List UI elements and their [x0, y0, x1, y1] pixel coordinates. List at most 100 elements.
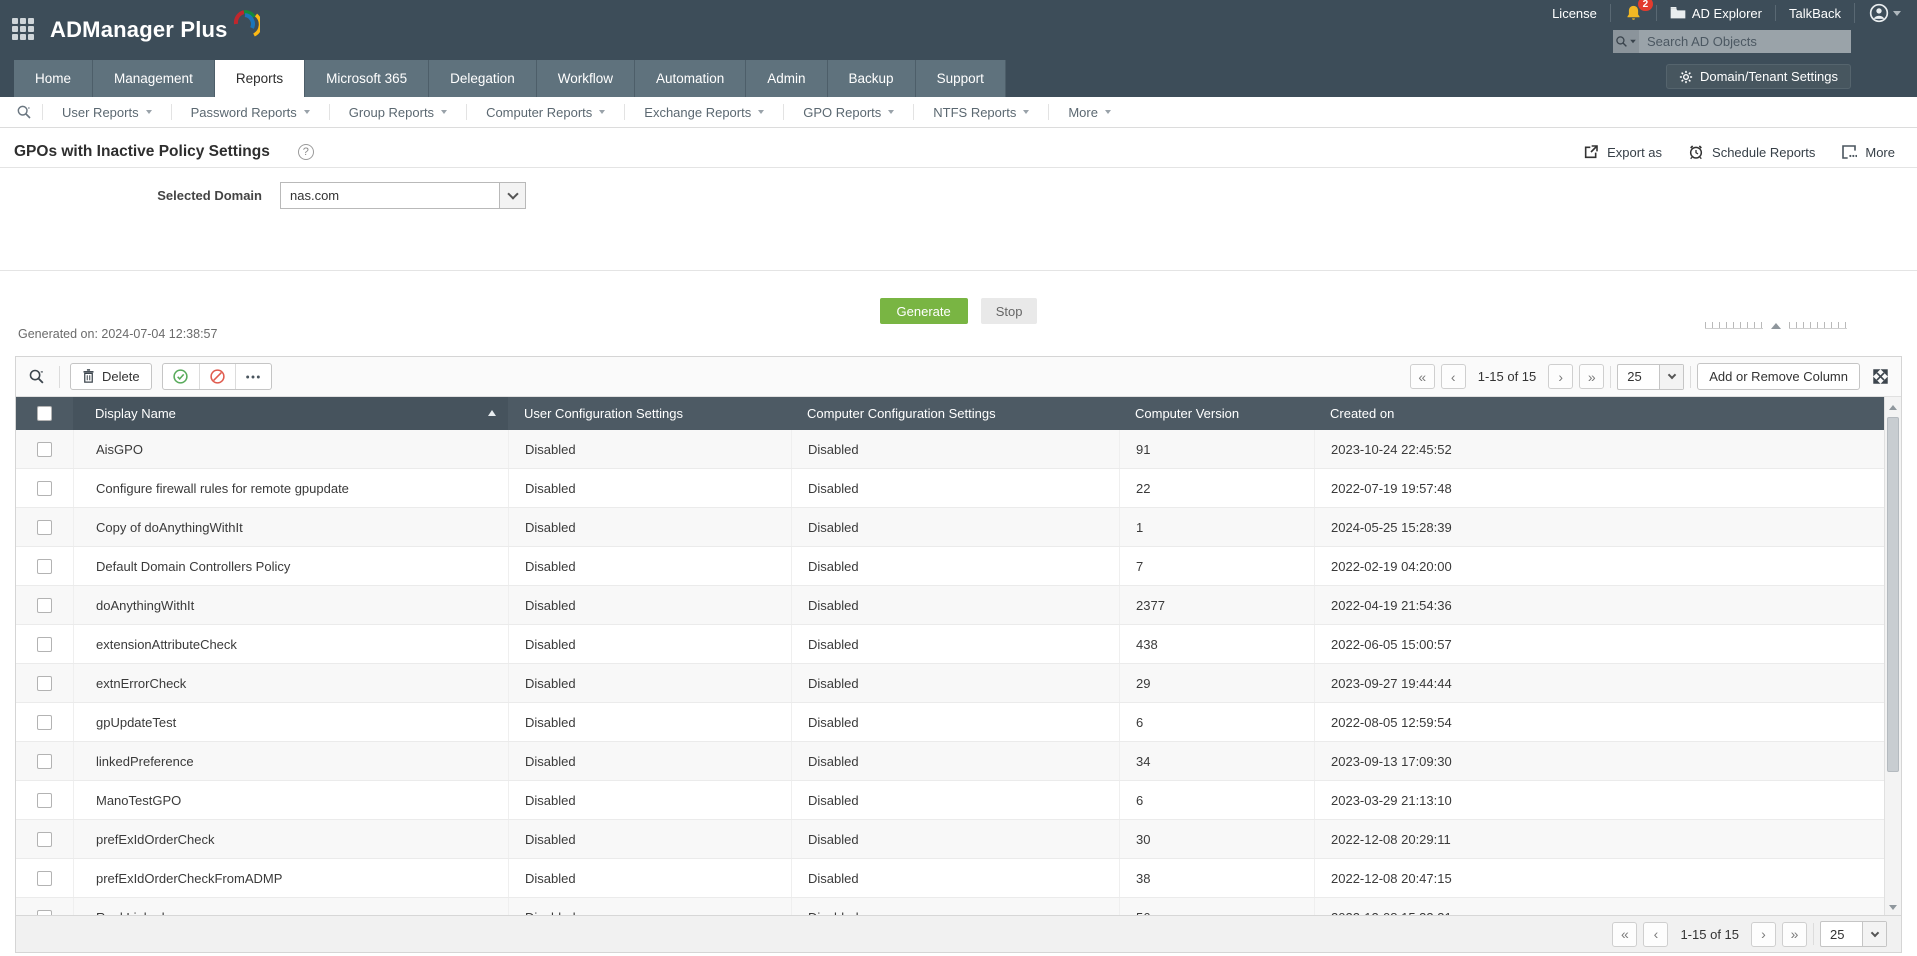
next-page-button[interactable]: [1751, 921, 1776, 947]
account-menu[interactable]: [1854, 3, 1907, 23]
prev-page-button[interactable]: [1440, 364, 1466, 389]
last-page-button[interactable]: [1579, 364, 1605, 389]
subnav-item[interactable]: Exchange Reports: [624, 104, 783, 120]
more-actions-button[interactable]: More: [1841, 144, 1895, 160]
cell-user-config: Disabled: [508, 703, 791, 741]
nav-tab[interactable]: Delegation: [429, 60, 537, 97]
report-search-icon[interactable]: [6, 104, 42, 120]
nav-tab[interactable]: Admin: [746, 60, 828, 97]
add-remove-column-button[interactable]: Add or Remove Column: [1697, 363, 1860, 390]
column-header-created-on[interactable]: Created on: [1314, 397, 1884, 430]
first-page-button[interactable]: [1409, 364, 1435, 389]
subnav-item[interactable]: Group Reports: [328, 104, 466, 120]
column-ruler[interactable]: [1705, 322, 1847, 329]
nav-tab[interactable]: Home: [14, 60, 94, 97]
enable-button[interactable]: [163, 364, 199, 389]
ruler-handle-icon[interactable]: [1771, 322, 1781, 329]
more-row-actions-button[interactable]: [234, 364, 271, 389]
user-avatar-icon: [1869, 3, 1889, 23]
generate-button[interactable]: Generate: [879, 298, 968, 324]
search-input[interactable]: [1639, 30, 1851, 53]
table-row[interactable]: extensionAttributeCheck Disabled Disable…: [16, 625, 1884, 664]
page-size-select[interactable]: 25: [1820, 921, 1887, 947]
domain-tenant-settings-button[interactable]: Domain/Tenant Settings: [1665, 64, 1851, 89]
domain-select[interactable]: nas.com: [280, 182, 526, 209]
schedule-reports-button[interactable]: Schedule Reports: [1688, 144, 1815, 160]
subnav-item[interactable]: User Reports: [42, 104, 171, 120]
column-header-computer-version[interactable]: Computer Version: [1119, 397, 1314, 430]
scroll-down-button[interactable]: [1885, 899, 1901, 915]
row-checkbox[interactable]: [37, 870, 52, 886]
row-checkbox[interactable]: [37, 480, 52, 496]
last-page-button[interactable]: [1782, 921, 1807, 947]
first-page-button[interactable]: [1612, 921, 1638, 947]
row-checkbox[interactable]: [37, 675, 52, 691]
table-search-icon[interactable]: [24, 368, 49, 385]
table-row[interactable]: Configure firewall rules for remote gpup…: [16, 469, 1884, 508]
column-header-display-name[interactable]: Display Name: [73, 397, 508, 430]
stop-button[interactable]: Stop: [980, 298, 1038, 324]
table-row[interactable]: linkedPreference Disabled Disabled 34 20…: [16, 742, 1884, 781]
table-row[interactable]: Copy of doAnythingWithIt Disabled Disabl…: [16, 508, 1884, 547]
cell-created-on: 2022-07-19 19:57:48: [1314, 469, 1884, 507]
scrollbar-thumb[interactable]: [1887, 417, 1899, 772]
prev-page-button[interactable]: [1643, 921, 1669, 947]
table-row[interactable]: Default Domain Controllers Policy Disabl…: [16, 547, 1884, 586]
export-as-button[interactable]: Export as: [1583, 144, 1662, 160]
app-grid-icon[interactable]: [12, 18, 36, 42]
row-checkbox[interactable]: [37, 597, 52, 613]
subnav-item[interactable]: Computer Reports: [466, 104, 624, 120]
cell-created-on: 2023-10-24 22:45:52: [1314, 430, 1884, 468]
nav-tab[interactable]: Automation: [634, 60, 747, 97]
page-size-select[interactable]: 25: [1617, 363, 1685, 390]
row-checkbox[interactable]: [37, 519, 52, 535]
ad-explorer-link[interactable]: AD Explorer: [1655, 5, 1775, 21]
cell-created-on: 2022-12-08 20:29:11: [1314, 820, 1884, 858]
nav-tab[interactable]: Backup: [827, 60, 916, 97]
row-checkbox[interactable]: [37, 792, 52, 808]
column-header-user-config[interactable]: User Configuration Settings: [508, 397, 791, 430]
cell-computer-version: 7: [1119, 547, 1314, 585]
table-row[interactable]: doAnythingWithIt Disabled Disabled 2377 …: [16, 586, 1884, 625]
next-page-button[interactable]: [1548, 364, 1574, 389]
table-row[interactable]: AisGPO Disabled Disabled 91 2023-10-24 2…: [16, 430, 1884, 469]
maximize-icon[interactable]: [1872, 368, 1889, 385]
license-link[interactable]: License: [1539, 5, 1610, 21]
vertical-scrollbar[interactable]: [1884, 397, 1901, 917]
cell-created-on: 2022-02-19 04:20:00: [1314, 547, 1884, 585]
disable-button[interactable]: [198, 364, 235, 389]
nav-tab[interactable]: Support: [915, 60, 1006, 97]
subnav-item[interactable]: More: [1048, 104, 1130, 120]
table-row[interactable]: gpUpdateTest Disabled Disabled 6 2022-08…: [16, 703, 1884, 742]
nav-tab[interactable]: Reports: [214, 60, 306, 97]
table-row[interactable]: extnErrorCheck Disabled Disabled 29 2023…: [16, 664, 1884, 703]
search-scope-button[interactable]: [1613, 30, 1639, 53]
row-checkbox[interactable]: [37, 636, 52, 652]
table-row[interactable]: prefExIdOrderCheck Disabled Disabled 30 …: [16, 820, 1884, 859]
generated-on-text: Generated on: 2024-07-04 12:38:57: [18, 327, 218, 341]
cell-computer-config: Disabled: [791, 781, 1119, 819]
help-icon[interactable]: [297, 144, 314, 160]
table-row[interactable]: ManoTestGPO Disabled Disabled 6 2023-03-…: [16, 781, 1884, 820]
talkback-link[interactable]: TalkBack: [1774, 5, 1854, 21]
nav-tab[interactable]: Management: [93, 60, 215, 97]
subnav-item[interactable]: NTFS Reports: [913, 104, 1048, 120]
row-checkbox[interactable]: [37, 714, 52, 730]
page-range: 1-15 of 15: [1477, 369, 1537, 384]
nav-tab[interactable]: Workflow: [536, 60, 635, 97]
scroll-up-button[interactable]: [1885, 399, 1901, 415]
cell-computer-config: Disabled: [791, 508, 1119, 546]
column-header-computer-config[interactable]: Computer Configuration Settings: [791, 397, 1119, 430]
subnav-item[interactable]: Password Reports: [170, 104, 329, 120]
delete-button[interactable]: Delete: [70, 363, 152, 390]
notifications-button[interactable]: 2: [1609, 0, 1656, 22]
row-checkbox[interactable]: [37, 753, 52, 769]
row-checkbox[interactable]: [37, 831, 52, 847]
row-checkbox-cell: [16, 781, 73, 819]
subnav-item[interactable]: GPO Reports: [783, 104, 913, 120]
row-checkbox[interactable]: [37, 441, 52, 457]
nav-tab[interactable]: Microsoft 365: [305, 60, 430, 97]
table-row[interactable]: prefExIdOrderCheckFromADMP Disabled Disa…: [16, 859, 1884, 898]
select-all-checkbox[interactable]: [37, 406, 52, 421]
row-checkbox[interactable]: [37, 558, 52, 574]
